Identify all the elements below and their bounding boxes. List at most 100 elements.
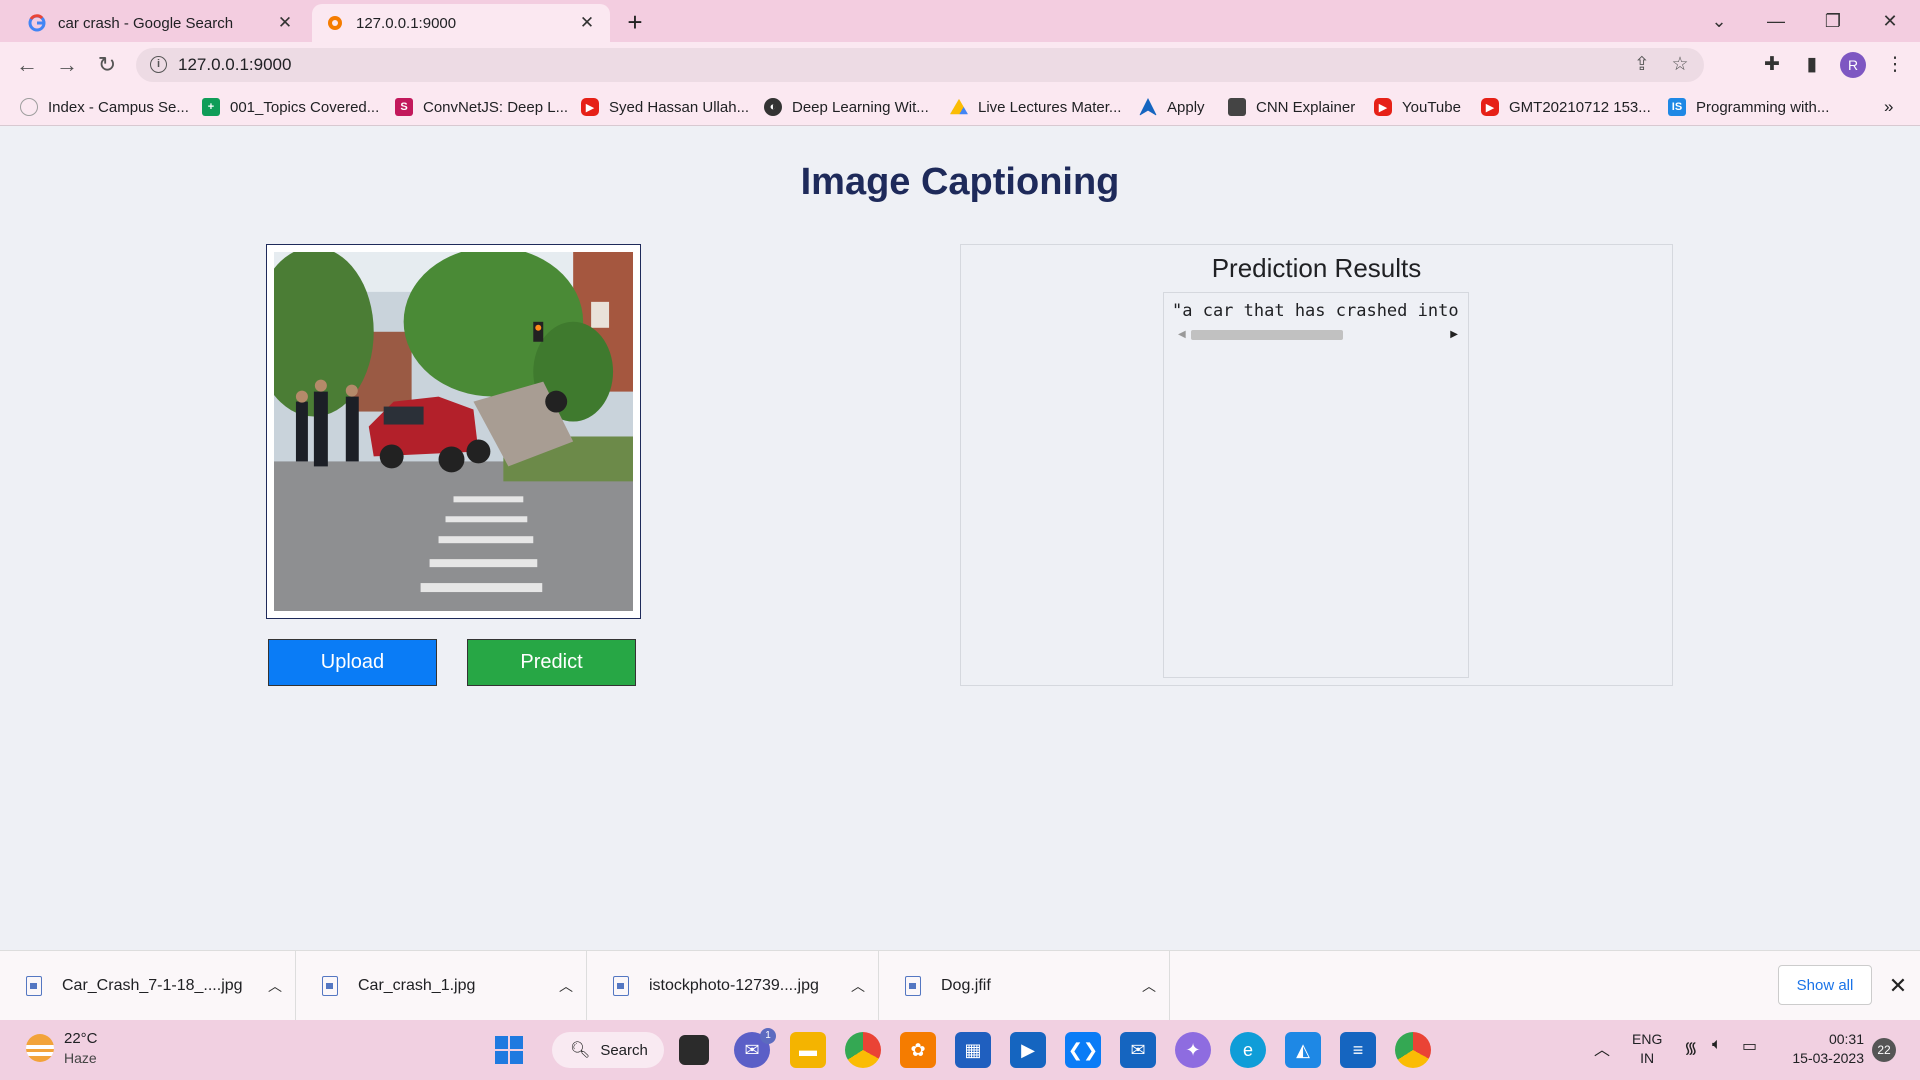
chat-icon[interactable]: ✉ 1 — [734, 1028, 776, 1068]
search-icon: 🔍︎ — [570, 1042, 591, 1059]
chevron-up-icon[interactable]: ︿ — [838, 976, 878, 996]
google-icon — [28, 14, 46, 32]
tab-title: car crash - Google Search — [58, 14, 234, 32]
hidden-icons-chevron-icon[interactable]: ︿ — [1594, 1036, 1610, 1060]
tab-local-server[interactable]: 127.0.0.1:9000 ✕ — [312, 4, 610, 42]
file-explorer-icon[interactable]: ▬ — [790, 1032, 826, 1068]
task-view-icon[interactable] — [679, 1035, 709, 1065]
is-icon: IS — [1668, 98, 1686, 116]
bookmarks-bar: Index - Campus Se... +001_Topics Covered… — [0, 88, 1920, 126]
taskbar-search[interactable]: 🔍︎ Search — [552, 1032, 664, 1068]
language-indicator[interactable]: ENG IN — [1632, 1030, 1662, 1068]
close-window-icon[interactable]: ✕ — [1870, 6, 1910, 36]
reload-icon[interactable]: ↻ — [92, 50, 122, 80]
more-bookmarks-chevron-icon[interactable]: » — [1884, 96, 1893, 118]
bookmark-item[interactable]: Index - Campus Se... — [20, 96, 189, 118]
caption-output-box[interactable]: "a car that has crashed into the side of… — [1163, 292, 1469, 678]
notification-badge[interactable]: 22 — [1872, 1038, 1896, 1062]
chevron-up-icon[interactable]: ︿ — [255, 976, 295, 996]
close-tab-icon[interactable]: ✕ — [578, 13, 596, 33]
date: 15-03-2023 — [1792, 1050, 1864, 1066]
upload-button[interactable]: Upload — [268, 639, 437, 686]
close-tab-icon[interactable]: ✕ — [276, 13, 294, 33]
image-file-icon — [26, 976, 42, 996]
scroll-right-arrow-icon[interactable]: ▶ — [1450, 329, 1458, 340]
edge-icon[interactable]: e — [1230, 1032, 1266, 1068]
bookmark-item[interactable]: IS Programming with... — [1668, 96, 1829, 118]
download-item[interactable]: Car_Crash_7-1-18_....jpg ︿ — [0, 951, 296, 1021]
side-panel-icon[interactable]: ▮ — [1799, 52, 1825, 78]
volume-icon[interactable]: 🔈︎ — [1712, 1036, 1722, 1054]
download-item[interactable]: istockphoto-12739....jpg ︿ — [587, 951, 879, 1021]
start-windows-icon[interactable] — [491, 1032, 527, 1068]
tab-title: 127.0.0.1:9000 — [356, 14, 457, 32]
weather-haze-icon[interactable] — [26, 1034, 54, 1062]
minimize-icon[interactable]: — — [1756, 6, 1796, 36]
clock[interactable]: 00:31 15-03-2023 — [1780, 1030, 1864, 1068]
notepad-icon[interactable]: ≡ — [1340, 1032, 1376, 1068]
chrome-profile-icon[interactable] — [1395, 1032, 1431, 1068]
uploaded-image-frame — [266, 244, 641, 619]
profile-avatar[interactable]: R — [1840, 52, 1866, 78]
share-icon[interactable]: ⇪ — [1630, 54, 1654, 78]
chrome-icon[interactable] — [845, 1032, 881, 1068]
youtube-icon: ▶ — [1481, 98, 1499, 116]
microsoft-store-icon[interactable]: ▦ — [955, 1032, 991, 1068]
url-text[interactable]: 127.0.0.1:9000 — [178, 55, 291, 75]
globe-icon: ◐ — [764, 98, 782, 116]
photos-icon[interactable]: ◭ — [1285, 1032, 1321, 1068]
wifi-icon[interactable]: ᯾ — [1684, 1036, 1698, 1058]
predict-button[interactable]: Predict — [467, 639, 636, 686]
page-title: Image Captioning — [800, 161, 1120, 203]
battery-icon[interactable]: ▭ — [1742, 1036, 1757, 1056]
download-filename: Dog.jfif — [941, 977, 991, 994]
bookmark-star-icon[interactable]: ☆ — [1668, 54, 1692, 78]
new-tab-button[interactable]: + — [620, 8, 650, 38]
bookmark-item[interactable]: +001_Topics Covered... — [202, 96, 379, 118]
mail-icon[interactable]: ✉ — [1120, 1032, 1156, 1068]
restore-icon[interactable]: ❐ — [1813, 6, 1853, 36]
weather-condition[interactable]: Haze — [64, 1050, 97, 1066]
address-bar[interactable]: i 127.0.0.1:9000 ☆ ⇪ — [136, 48, 1704, 82]
site-info-icon[interactable]: i — [150, 56, 167, 73]
copilot-icon[interactable]: ✦ — [1175, 1032, 1211, 1068]
cnn-explainer-icon — [1228, 98, 1246, 116]
back-icon[interactable]: ← — [12, 50, 42, 80]
bookmark-label: Apply — [1167, 98, 1205, 116]
temperature[interactable]: 22°C — [64, 1030, 98, 1047]
tab-strip: car crash - Google Search ✕ 127.0.0.1:90… — [0, 0, 1920, 42]
page-content: Image Captioning Upload Predict Predicti… — [0, 127, 1920, 950]
scroll-left-arrow-icon[interactable]: ◀ — [1178, 329, 1186, 340]
forward-icon[interactable]: → — [52, 50, 82, 80]
download-item[interactable]: Car_crash_1.jpg ︿ — [296, 951, 587, 1021]
download-filename: Car_crash_1.jpg — [358, 977, 476, 994]
tab-search-chevron-icon[interactable]: ⌄ — [1699, 6, 1739, 36]
download-filename: istockphoto-12739....jpg — [649, 977, 819, 994]
bookmark-label: CNN Explainer — [1256, 98, 1356, 116]
bookmark-item[interactable]: Apply — [1139, 96, 1205, 118]
download-item[interactable]: Dog.jfif ︿ — [879, 951, 1170, 1021]
bookmark-item[interactable]: ▶ Syed Hassan Ullah... — [581, 96, 749, 118]
bookmark-item[interactable]: ◐ Deep Learning Wit... — [764, 96, 929, 118]
bookmark-item[interactable]: S ConvNetJS: Deep L... — [395, 96, 568, 118]
prediction-results-panel: Prediction Results "a car that has crash… — [960, 244, 1673, 686]
bookmark-item[interactable]: ▶ YouTube — [1374, 96, 1461, 118]
close-downloads-icon[interactable]: ✕ — [1886, 971, 1910, 1001]
youtube-icon: ▶ — [1374, 98, 1392, 116]
tab-google-search[interactable]: car crash - Google Search ✕ — [14, 4, 308, 42]
horizontal-scrollbar[interactable]: ◀ ▶ — [1174, 327, 1462, 343]
time: 00:31 — [1828, 1031, 1864, 1047]
bookmark-label: Syed Hassan Ullah... — [609, 98, 750, 116]
media-player-icon[interactable]: ▶ — [1010, 1032, 1046, 1068]
bookmark-item[interactable]: ▶ GMT20210712 153... — [1481, 96, 1651, 118]
menu-kebab-icon[interactable]: ⋮ — [1882, 52, 1908, 78]
bookmark-item[interactable]: Live Lectures Mater... — [950, 96, 1121, 118]
show-all-downloads-button[interactable]: Show all — [1778, 965, 1872, 1005]
chevron-up-icon[interactable]: ︿ — [546, 976, 586, 996]
vscode-icon[interactable]: ❮❯ — [1065, 1032, 1101, 1068]
extensions-icon[interactable]: ✚ — [1759, 52, 1785, 78]
chevron-up-icon[interactable]: ︿ — [1129, 976, 1169, 996]
uc-browser-icon[interactable]: ✿ — [900, 1032, 936, 1068]
bookmark-item[interactable]: CNN Explainer — [1228, 96, 1355, 118]
scrollbar-thumb[interactable] — [1191, 330, 1343, 340]
